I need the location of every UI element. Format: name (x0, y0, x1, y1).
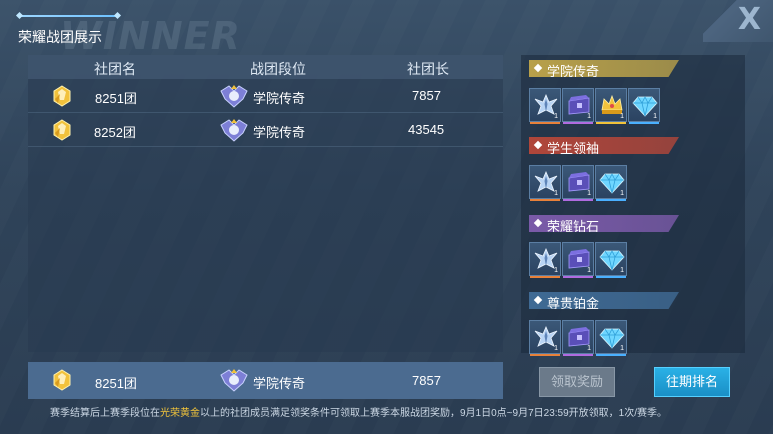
reward-item-quantity: 1 (554, 345, 558, 352)
reward-tier-banner: 学院传奇 (529, 60, 679, 77)
column-header-team-name: 社团名 (94, 61, 136, 77)
reward-item[interactable]: 1 (562, 88, 594, 124)
footer-note-text: 以上的社团成员满足领奖条件可领取上赛季本服战团奖励，9月1日0点~9月7日23:… (200, 408, 668, 419)
reward-item-quantity: 1 (653, 113, 657, 120)
reward-item[interactable]: 1 (529, 242, 561, 278)
gold-medal-icon (53, 85, 71, 107)
reward-tier-label: 荣耀钻石 (547, 219, 600, 234)
reward-item-rarity-bar (596, 276, 626, 278)
reward-item-quantity: 1 (620, 267, 624, 274)
column-header-team-rank: 战团段位 (250, 61, 306, 77)
bullet-diamond-icon (533, 140, 543, 150)
bullet-diamond-icon (533, 218, 543, 228)
bullet-diamond-icon (533, 295, 543, 305)
reward-item-rarity-bar (530, 122, 560, 124)
my-team-name: 8251团 (95, 376, 137, 391)
reward-item-rarity-bar (563, 122, 593, 124)
reward-item-rarity-bar (530, 276, 560, 278)
reward-item[interactable]: 1 (595, 320, 627, 356)
legend-rank-badge-icon (220, 85, 248, 108)
reward-item-rarity-bar (596, 354, 626, 356)
reward-item-rarity-bar (596, 199, 626, 201)
reward-item[interactable]: 1 (595, 242, 627, 278)
reward-item-rarity-bar (530, 199, 560, 201)
reward-tier-label: 学院传奇 (547, 64, 600, 79)
column-header-leader: 社团长 (407, 61, 449, 77)
close-icon: X (737, 2, 761, 37)
team-leader: 7857 (412, 88, 441, 103)
reward-item[interactable]: 1 (595, 88, 627, 124)
page-title: 荣耀战团展示 (18, 29, 102, 45)
reward-tier-label: 学生领袖 (547, 141, 600, 156)
team-name: 8252团 (94, 125, 136, 140)
reward-item[interactable]: 1 (529, 320, 561, 356)
reward-item-quantity: 1 (587, 345, 591, 352)
reward-item[interactable]: 1 (529, 165, 561, 201)
reward-item-rarity-bar (596, 122, 626, 124)
past-rankings-button[interactable]: 往期排名 (654, 367, 730, 397)
reward-item-quantity: 1 (587, 267, 591, 274)
claim-reward-button[interactable]: 领取奖励 (539, 367, 615, 397)
reward-tier-banner: 学生领袖 (529, 137, 679, 154)
my-team-rank: 学院传奇 (253, 376, 306, 391)
my-team-leader: 7857 (412, 373, 441, 388)
gold-medal-icon (53, 119, 71, 141)
reward-item[interactable]: 1 (628, 88, 660, 124)
footer-note: 赛季结算后上赛季段位在光荣黄金以上的社团成员满足领奖条件可领取上赛季本服战团奖励… (50, 404, 667, 419)
my-team-row: 8251团 学院传奇 7857 (28, 362, 503, 399)
team-name: 8251团 (95, 91, 137, 106)
reward-item-quantity: 1 (620, 345, 624, 352)
team-table-panel: 社团名 战团段位 社团长 8251团 学院传奇 7857 8252团 学院传奇 … (28, 55, 503, 352)
table-row[interactable]: 8252团 学院传奇 43545 (28, 113, 503, 147)
gold-medal-icon (53, 369, 71, 391)
reward-item-quantity: 1 (620, 190, 624, 197)
footer-note-text: 赛季结算后上赛季段位在 (50, 408, 160, 419)
legend-rank-badge-icon (220, 119, 248, 142)
reward-item-quantity: 1 (587, 190, 591, 197)
reward-item[interactable]: 1 (595, 165, 627, 201)
reward-item[interactable]: 1 (529, 88, 561, 124)
reward-item-quantity: 1 (554, 190, 558, 197)
reward-item[interactable]: 1 (562, 165, 594, 201)
reward-item-rarity-bar (563, 354, 593, 356)
reward-item-rarity-bar (563, 199, 593, 201)
team-leader: 43545 (408, 122, 445, 137)
rewards-panel: 学院传奇 1 1 1 1 学生领袖 1 1 1 荣耀钻石 1 1 1 尊贵铂金 1 1 1 (521, 55, 745, 356)
reward-item[interactable]: 1 (562, 320, 594, 356)
reward-item-quantity: 1 (554, 267, 558, 274)
reward-tier-banner: 尊贵铂金 (529, 292, 679, 309)
reward-item[interactable]: 1 (562, 242, 594, 278)
reward-item-rarity-bar (563, 276, 593, 278)
reward-tier-label: 尊贵铂金 (547, 296, 600, 311)
footer-note-highlight: 光荣黄金 (160, 408, 200, 419)
reward-item-quantity: 1 (620, 113, 624, 120)
reward-item-quantity: 1 (587, 113, 591, 120)
table-header: 社团名 战团段位 社团长 (28, 55, 503, 79)
reward-item-quantity: 1 (554, 113, 558, 120)
reward-item-rarity-bar (530, 354, 560, 356)
reward-item-rarity-bar (629, 122, 659, 124)
team-rank: 学院传奇 (253, 125, 306, 140)
bullet-diamond-icon (533, 63, 543, 73)
reward-tier-banner: 荣耀钻石 (529, 215, 679, 232)
team-rank: 学院传奇 (253, 91, 306, 106)
legend-rank-badge-icon (220, 369, 248, 392)
close-button[interactable]: X (703, 0, 773, 42)
table-row[interactable]: 8251团 学院传奇 7857 (28, 79, 503, 113)
